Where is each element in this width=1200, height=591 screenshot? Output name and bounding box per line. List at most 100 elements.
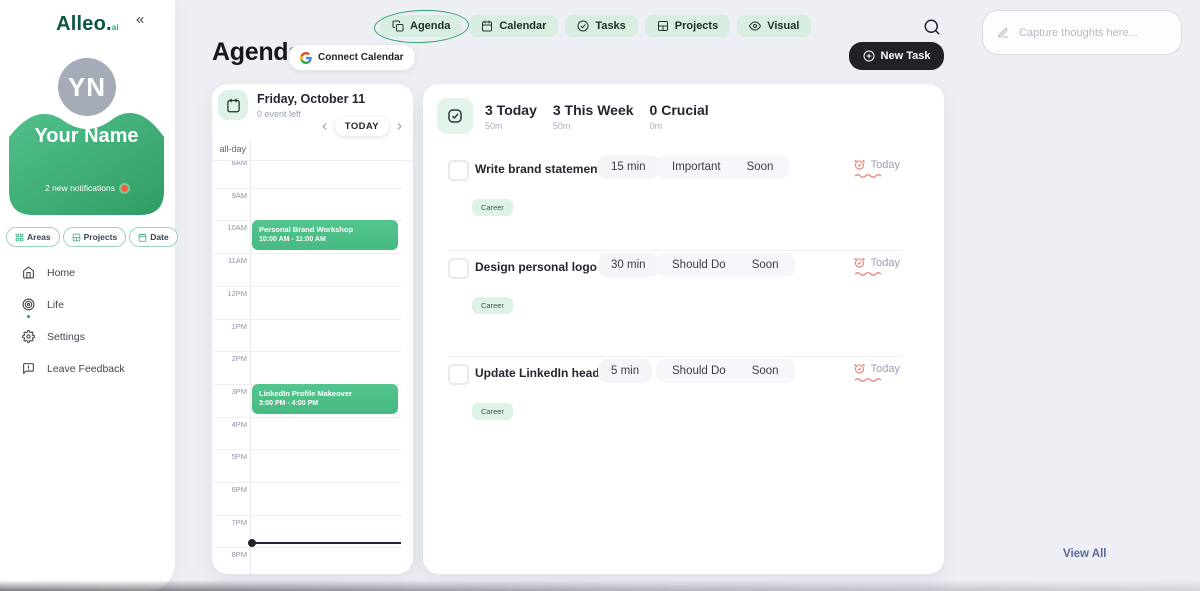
task-row: Write brand statement 15 min Important S… (423, 152, 944, 250)
target-icon (22, 298, 35, 311)
filter-date-button[interactable]: Date (129, 227, 177, 247)
collapse-sidebar-icon[interactable] (134, 14, 146, 26)
event-title: Personal Brand Workshop (259, 225, 391, 234)
capture-thoughts-box[interactable] (982, 10, 1182, 55)
hour-row[interactable]: 5PM (213, 449, 401, 483)
priority-label: Important (672, 161, 721, 173)
due-underline (854, 173, 900, 178)
summary-count: 3 This Week (553, 102, 634, 118)
day-time-grid[interactable]: 8AM 9AM 10AM 11AM 12PM 1PM 2PM 3PM 4PM 5… (212, 140, 413, 574)
profile-name: Your Name (9, 125, 164, 148)
task-tag[interactable]: Career (472, 403, 513, 420)
main-tabs: Agenda Calendar Tasks Projects Visual (380, 15, 811, 37)
next-day-icon[interactable] (394, 121, 405, 132)
hour-row[interactable]: 6PM (213, 482, 401, 516)
tab-agenda[interactable]: Agenda (380, 15, 462, 37)
sidebar-item-home[interactable]: Home (22, 266, 125, 279)
task-tag[interactable]: Career (472, 199, 513, 216)
tasks-panel: 3 Today 50m 3 This Week 50m 0 Crucial 0m… (423, 84, 944, 574)
task-tag[interactable]: Career (472, 297, 513, 314)
sidebar-item-label: Life (47, 299, 64, 311)
pen-icon (997, 26, 1009, 40)
sidebar-item-settings[interactable]: Settings (22, 330, 125, 343)
hour-row[interactable]: 11AM (213, 253, 401, 287)
plus-circle-icon (863, 50, 875, 62)
calendar-event[interactable]: LinkedIn Profile Makeover 3:00 PM - 4:00… (252, 384, 398, 414)
connect-calendar-label: Connect Calendar (318, 52, 404, 63)
task-checkbox[interactable] (448, 258, 469, 279)
calendar-event[interactable]: Personal Brand Workshop 10:00 AM - 11:00… (252, 220, 398, 250)
task-priority-pill[interactable]: Important Soon (656, 155, 789, 179)
task-priority-pill[interactable]: Should Do Soon (656, 253, 795, 277)
app-window: Alleo.ai YN Your Name 2 new notification… (0, 0, 1200, 591)
hour-label: 2PM (213, 354, 247, 363)
due-underline (854, 271, 900, 276)
hour-label: 11AM (213, 256, 247, 265)
task-checkbox[interactable] (448, 364, 469, 385)
avatar[interactable]: YN (58, 58, 116, 116)
hour-row[interactable]: 12PM (213, 286, 401, 320)
task-due-badge[interactable]: Today (853, 256, 900, 269)
profile-card: YN Your Name 2 new notifications (9, 87, 164, 215)
tab-label: Projects (675, 20, 718, 32)
summary-today: 3 Today 50m (485, 102, 537, 131)
task-duration-pill[interactable]: 15 min (598, 155, 659, 179)
filter-label: Projects (84, 232, 118, 242)
notification-dot-icon (121, 185, 128, 192)
hour-row[interactable]: 8PM (213, 547, 401, 574)
sidebar-item-leave-feedback[interactable]: Leave Feedback (22, 362, 125, 375)
task-duration-pill[interactable]: 5 min (598, 359, 652, 383)
hour-label: 6PM (213, 485, 247, 494)
new-task-button[interactable]: New Task (849, 42, 944, 70)
hour-label: 9AM (213, 191, 247, 200)
view-all-link[interactable]: View All (1063, 548, 1106, 560)
calendar-icon (481, 20, 493, 32)
filter-areas-button[interactable]: Areas (6, 227, 60, 247)
task-priority-pill[interactable]: Should Do Soon (656, 359, 795, 383)
prev-day-icon[interactable] (319, 121, 330, 132)
task-due-badge[interactable]: Today (853, 362, 900, 375)
tab-label: Visual (767, 20, 799, 32)
search-icon[interactable] (923, 18, 941, 36)
hour-label: 5PM (213, 452, 247, 461)
calendar-icon (138, 233, 147, 242)
connect-calendar-button[interactable]: Connect Calendar (288, 44, 416, 71)
filter-projects-button[interactable]: Projects (63, 227, 127, 247)
notifications-text: 2 new notifications (45, 183, 115, 193)
today-button[interactable]: TODAY (335, 117, 389, 136)
hour-label: 8PM (213, 550, 247, 559)
tasks-summary: 3 Today 50m 3 This Week 50m 0 Crucial 0m (437, 98, 709, 134)
summary-minutes: 50m (485, 121, 537, 131)
due-label: Today (871, 159, 900, 171)
task-duration-pill[interactable]: 30 min (598, 253, 659, 277)
agenda-calendar-panel: Friday, October 11 0 event left TODAY 8A… (212, 84, 413, 574)
task-due-badge[interactable]: Today (853, 158, 900, 171)
capture-thoughts-input[interactable] (1017, 26, 1167, 40)
new-task-label: New Task (881, 50, 931, 62)
hour-row[interactable]: 2PM (213, 351, 401, 385)
notifications-link[interactable]: 2 new notifications (9, 183, 164, 193)
due-label: Today (871, 257, 900, 269)
tab-visual[interactable]: Visual (737, 15, 811, 37)
hour-label: 12PM (213, 289, 247, 298)
hour-row[interactable]: 1PM (213, 319, 401, 353)
summary-count: 3 Today (485, 102, 537, 118)
sidebar-item-label: Home (47, 267, 75, 279)
all-day-row[interactable]: all-day (212, 140, 413, 161)
layout-icon (72, 233, 81, 242)
tab-calendar[interactable]: Calendar (469, 15, 558, 37)
sidebar-item-life[interactable]: Life (22, 298, 125, 311)
summary-crucial: 0 Crucial 0m (650, 102, 709, 131)
hour-row[interactable]: 4PM (213, 417, 401, 451)
alarm-icon (853, 256, 866, 269)
tab-tasks[interactable]: Tasks (565, 15, 637, 37)
tab-label: Agenda (410, 20, 450, 32)
tab-projects[interactable]: Projects (645, 15, 730, 37)
google-icon (300, 52, 312, 64)
task-title[interactable]: Design personal logo (475, 260, 597, 274)
hour-row[interactable]: 9AM (213, 188, 401, 222)
summary-count: 0 Crucial (650, 102, 709, 118)
urgency-label: Soon (747, 161, 774, 173)
task-checkbox[interactable] (448, 160, 469, 181)
task-title[interactable]: Write brand statement (475, 162, 601, 176)
